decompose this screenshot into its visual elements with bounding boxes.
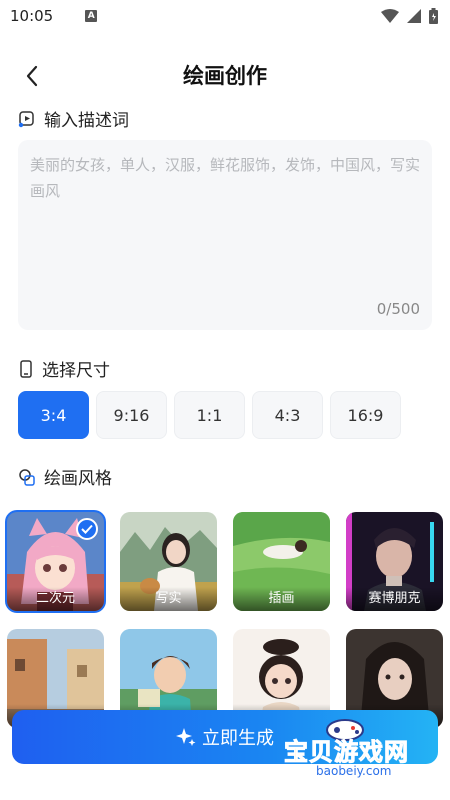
page-title: 绘画创作	[183, 64, 267, 88]
size-section-label: 选择尺寸	[18, 356, 110, 381]
wifi-icon	[381, 9, 399, 23]
style-card-anime[interactable]: 二次元	[5, 510, 106, 613]
status-time: 10:05	[10, 7, 54, 25]
watermark: 宝贝游戏网 baobeiy.com	[278, 716, 448, 786]
selected-check-icon	[76, 518, 98, 540]
style-card-label: 写实	[120, 587, 217, 611]
prompt-box: 0/500	[18, 140, 432, 330]
prompt-label-text: 输入描述词	[44, 111, 129, 131]
size-option-9-16[interactable]: 9:16	[96, 391, 167, 439]
style-section-label: 绘画风格	[18, 464, 112, 489]
size-option-3-4[interactable]: 3:4	[18, 391, 89, 439]
prompt-play-icon	[18, 110, 34, 127]
size-option-4-3[interactable]: 4:3	[252, 391, 323, 439]
generate-button-label: 立即生成	[202, 728, 274, 749]
watermark-text: 宝贝游戏网	[284, 738, 409, 767]
notification-icon: A	[85, 10, 98, 22]
size-option-1-1[interactable]: 1:1	[174, 391, 245, 439]
prompt-char-counter: 0/500	[376, 300, 420, 318]
battery-icon	[429, 8, 438, 24]
style-card-label: 赛博朋克	[346, 587, 443, 611]
status-bar: 10:05 A	[0, 0, 450, 32]
style-card-label: 二次元	[7, 587, 104, 611]
header: 绘画创作	[0, 56, 450, 96]
size-label-text: 选择尺寸	[42, 361, 110, 381]
prompt-input[interactable]	[30, 152, 420, 292]
style-card-cyberpunk[interactable]: 赛博朋克	[346, 512, 443, 611]
signal-icon	[407, 9, 421, 23]
style-card-realistic[interactable]: 写实	[120, 512, 217, 611]
style-grid: 二次元 写实 插画 赛博朋克	[5, 510, 447, 728]
sparkle-icon	[176, 728, 196, 746]
style-shapes-icon	[19, 468, 35, 486]
style-card-illustration[interactable]: 插画	[233, 512, 330, 611]
phone-size-icon	[20, 359, 32, 378]
style-card-label: 插画	[233, 587, 330, 611]
style-label-text: 绘画风格	[44, 469, 112, 489]
size-options: 3:4 9:16 1:1 4:3 16:9	[18, 391, 401, 439]
watermark-url: baobeiy.com	[316, 764, 392, 778]
prompt-section-label: 输入描述词	[18, 106, 129, 131]
size-option-16-9[interactable]: 16:9	[330, 391, 401, 439]
